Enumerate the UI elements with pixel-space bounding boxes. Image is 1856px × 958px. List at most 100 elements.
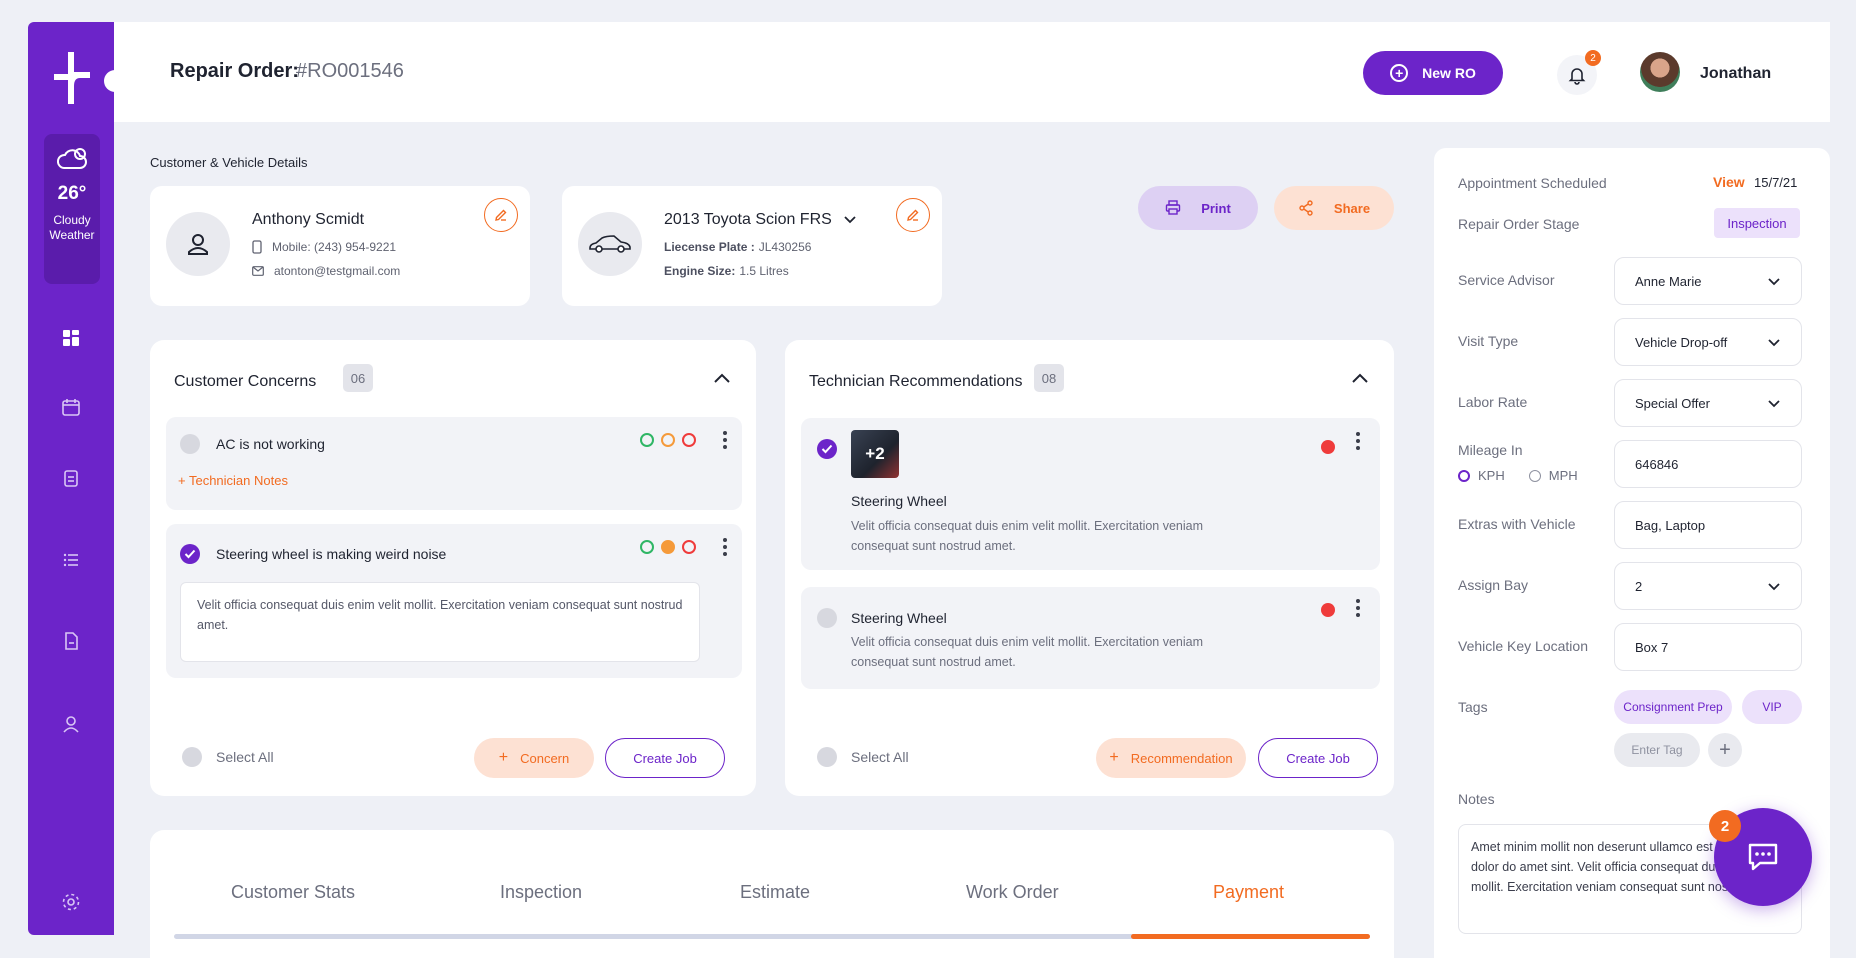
engine-label: Engine Size: (664, 264, 736, 278)
extras-input[interactable]: Bag, Laptop (1614, 501, 1802, 549)
tab-customer-stats[interactable]: Customer Stats (231, 882, 355, 903)
priority-high-dot[interactable] (682, 540, 696, 554)
plate-label: Liecense Plate : (664, 240, 755, 254)
technician-recommendations-panel: Technician Recommendations 08 +2 Steerin… (785, 340, 1394, 796)
extras-value: Bag, Laptop (1635, 517, 1706, 533)
service-advisor-select[interactable]: Anne Marie (1614, 257, 1802, 305)
priority-high-dot[interactable] (1321, 440, 1335, 454)
tag-input[interactable]: Enter Tag (1614, 733, 1700, 767)
concern-checkbox-checked[interactable] (180, 544, 200, 564)
recommendation-item[interactable]: Steering Wheel Velit officia consequat d… (801, 587, 1380, 689)
tab-estimate[interactable]: Estimate (740, 882, 810, 903)
assign-bay-select[interactable]: 2 (1614, 562, 1802, 610)
recommendations-title: Technician Recommendations (809, 373, 1023, 390)
chevron-down-icon (1768, 400, 1780, 408)
photo-thumbnail[interactable]: +2 (851, 430, 899, 478)
labor-rate-select[interactable]: Special Offer (1614, 379, 1802, 427)
user-icon[interactable] (59, 712, 83, 736)
section-title: Customer & Vehicle Details (150, 155, 308, 170)
calendar-icon[interactable] (59, 395, 83, 419)
concern-item[interactable]: AC is not working + Technician Notes (166, 417, 742, 510)
recommendations-count: 08 (1034, 364, 1064, 392)
sidebar: 26° Cloudy Weather (28, 22, 114, 935)
priority-selector[interactable] (640, 433, 696, 447)
tab-inspection[interactable]: Inspection (500, 882, 582, 903)
dashboard-icon[interactable] (59, 326, 83, 350)
advisor-label: Service Advisor (1458, 272, 1555, 288)
recommendation-checkbox[interactable] (817, 608, 837, 628)
priority-high-dot[interactable] (682, 433, 696, 447)
print-button[interactable]: Print (1138, 186, 1258, 230)
new-ro-label: New RO (1422, 65, 1476, 81)
add-concern-label: Concern (520, 750, 570, 766)
mileage-input[interactable]: 646846 (1614, 440, 1802, 488)
add-tag-button[interactable]: + (1708, 733, 1742, 767)
weather-temp: 26° (57, 183, 87, 204)
priority-medium-dot[interactable] (661, 540, 675, 554)
clipboard-icon[interactable] (59, 466, 83, 490)
visit-type-select[interactable]: Vehicle Drop-off (1614, 318, 1802, 366)
logo[interactable] (50, 50, 94, 106)
advisor-value: Anne Marie (1635, 273, 1702, 289)
more-options-icon[interactable] (722, 538, 728, 556)
technician-notes-link[interactable]: + Technician Notes (178, 473, 288, 488)
concern-note[interactable]: Velit officia consequat duis enim velit … (180, 582, 700, 662)
list-icon[interactable] (59, 548, 83, 572)
tag-chip[interactable]: Consignment Prep (1614, 690, 1732, 724)
more-options-icon[interactable] (1355, 432, 1361, 450)
share-button[interactable]: Share (1274, 186, 1394, 230)
vehicle-name[interactable]: 2013 Toyota Scion FRS (664, 211, 856, 229)
recommendation-checkbox-checked[interactable] (817, 439, 837, 459)
edit-customer-button[interactable] (484, 198, 518, 232)
document-icon[interactable] (59, 629, 83, 653)
priority-selector[interactable] (640, 540, 696, 554)
appointment-view-link[interactable]: View (1713, 174, 1745, 190)
user-name[interactable]: Jonathan (1700, 65, 1771, 83)
tab-work-order[interactable]: Work Order (966, 882, 1059, 903)
tab-payment[interactable]: Payment (1213, 882, 1284, 903)
vehicle-plate: Liecense Plate : JL430256 (664, 240, 811, 254)
phone-icon (252, 240, 262, 254)
recommendation-title: Steering Wheel (851, 610, 947, 626)
vehicle-card: 2013 Toyota Scion FRS Liecense Plate : J… (562, 186, 942, 306)
priority-high-dot[interactable] (1321, 603, 1335, 617)
mph-radio[interactable]: MPH (1528, 468, 1578, 483)
edit-vehicle-button[interactable] (896, 198, 930, 232)
select-all-checkbox[interactable] (182, 747, 202, 767)
create-job-button[interactable]: Create Job (1258, 738, 1378, 778)
recommendation-desc: Velit officia consequat duis enim velit … (851, 519, 1204, 553)
appointment-date: 15/7/21 (1754, 175, 1798, 190)
priority-low-dot[interactable] (640, 433, 654, 447)
chevron-up-icon[interactable] (1352, 370, 1368, 386)
settings-icon[interactable] (59, 890, 83, 914)
share-icon (1299, 200, 1313, 216)
pencil-icon (907, 209, 919, 221)
create-job-button[interactable]: Create Job (605, 738, 725, 778)
tags-label: Tags (1458, 699, 1488, 715)
check-icon (821, 444, 833, 454)
sidebar-toggle[interactable] (104, 70, 126, 92)
tag-chip[interactable]: VIP (1742, 690, 1802, 724)
priority-medium-dot[interactable] (661, 433, 675, 447)
chevron-up-icon[interactable] (714, 370, 730, 386)
page-title: Repair Order: (170, 60, 299, 82)
recommendation-item[interactable]: +2 Steering Wheel Velit officia consequa… (801, 418, 1380, 570)
select-all-label[interactable]: Select All (851, 749, 909, 765)
chevron-down-icon (1768, 583, 1780, 591)
mileage-label: Mileage In (1458, 442, 1523, 458)
key-location-input[interactable]: Box 7 (1614, 623, 1802, 671)
add-concern-button[interactable]: + Concern (474, 738, 594, 778)
concern-item[interactable]: Steering wheel is making weird noise Vel… (166, 524, 742, 678)
kph-radio[interactable]: KPH (1458, 468, 1505, 483)
bay-value: 2 (1635, 578, 1643, 594)
select-all-checkbox[interactable] (817, 747, 837, 767)
more-options-icon[interactable] (1355, 599, 1361, 617)
new-ro-button[interactable]: + New RO (1363, 51, 1503, 95)
priority-low-dot[interactable] (640, 540, 654, 554)
avatar[interactable] (1640, 52, 1680, 92)
add-recommendation-button[interactable]: + Recommendation (1096, 738, 1246, 778)
concern-checkbox[interactable] (180, 434, 200, 454)
visit-label: Visit Type (1458, 333, 1519, 349)
select-all-label[interactable]: Select All (216, 749, 274, 765)
more-options-icon[interactable] (722, 431, 728, 449)
